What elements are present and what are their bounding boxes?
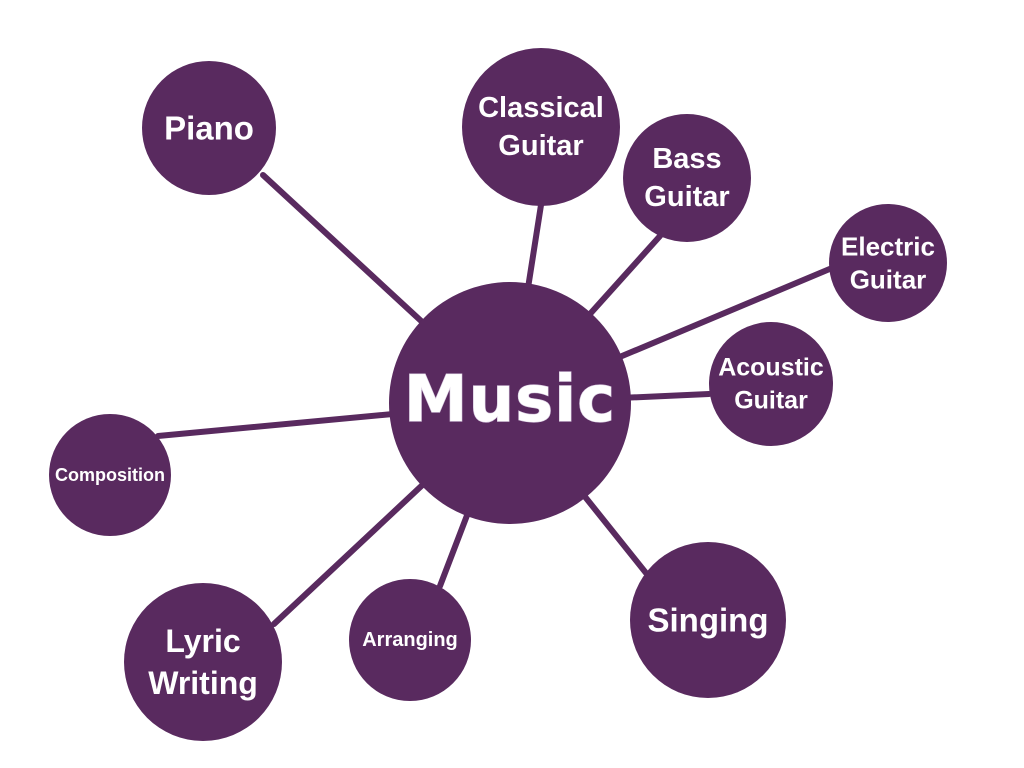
node-label-bass-guitar: Guitar [644,181,729,213]
node-label-piano: Piano [164,110,254,147]
node-circle-electric-guitar [829,204,947,322]
node-label-lyric-writing: Lyric [165,623,240,659]
node-label-electric-guitar: Electric [841,232,935,262]
node-label-bass-guitar: Bass [652,143,721,175]
node-piano: Piano [142,61,276,195]
node-acoustic-guitar: Acoustic Guitar [709,322,833,446]
node-label-arranging: Arranging [362,629,458,651]
node-label-singing: Singing [648,602,769,639]
node-label-electric-guitar: Guitar [850,265,927,295]
node-label-composition: Composition [55,465,165,485]
node-classical-guitar: Classical Guitar [462,48,620,206]
node-label-classical-guitar: Classical [478,92,604,124]
node-label-classical-guitar: Guitar [498,130,583,162]
node-circle-bass-guitar [623,114,751,242]
node-composition: Composition [49,414,171,536]
node-electric-guitar: ElectricGuitar [829,204,947,322]
node-singing: Singing [630,542,786,698]
center-node-music: Music [389,282,631,524]
node-label-acoustic-guitar: Acoustic [718,354,824,382]
node-label-acoustic-guitar: Guitar [734,387,808,415]
node-circle-lyric-writing [124,583,282,741]
node-circle-acoustic-guitar [709,322,833,446]
node-bass-guitar: Bass Guitar [623,114,751,242]
music-mind-map: Music PianoClassicalGuitar BassGuitarElec… [49,48,947,741]
node-lyric-writing: Lyric Writing [124,583,282,741]
center-label: Music [404,363,616,437]
node-circle-classical-guitar [462,48,620,206]
node-label-lyric-writing: Writing [148,665,258,701]
node-arranging: Arranging [349,579,471,701]
